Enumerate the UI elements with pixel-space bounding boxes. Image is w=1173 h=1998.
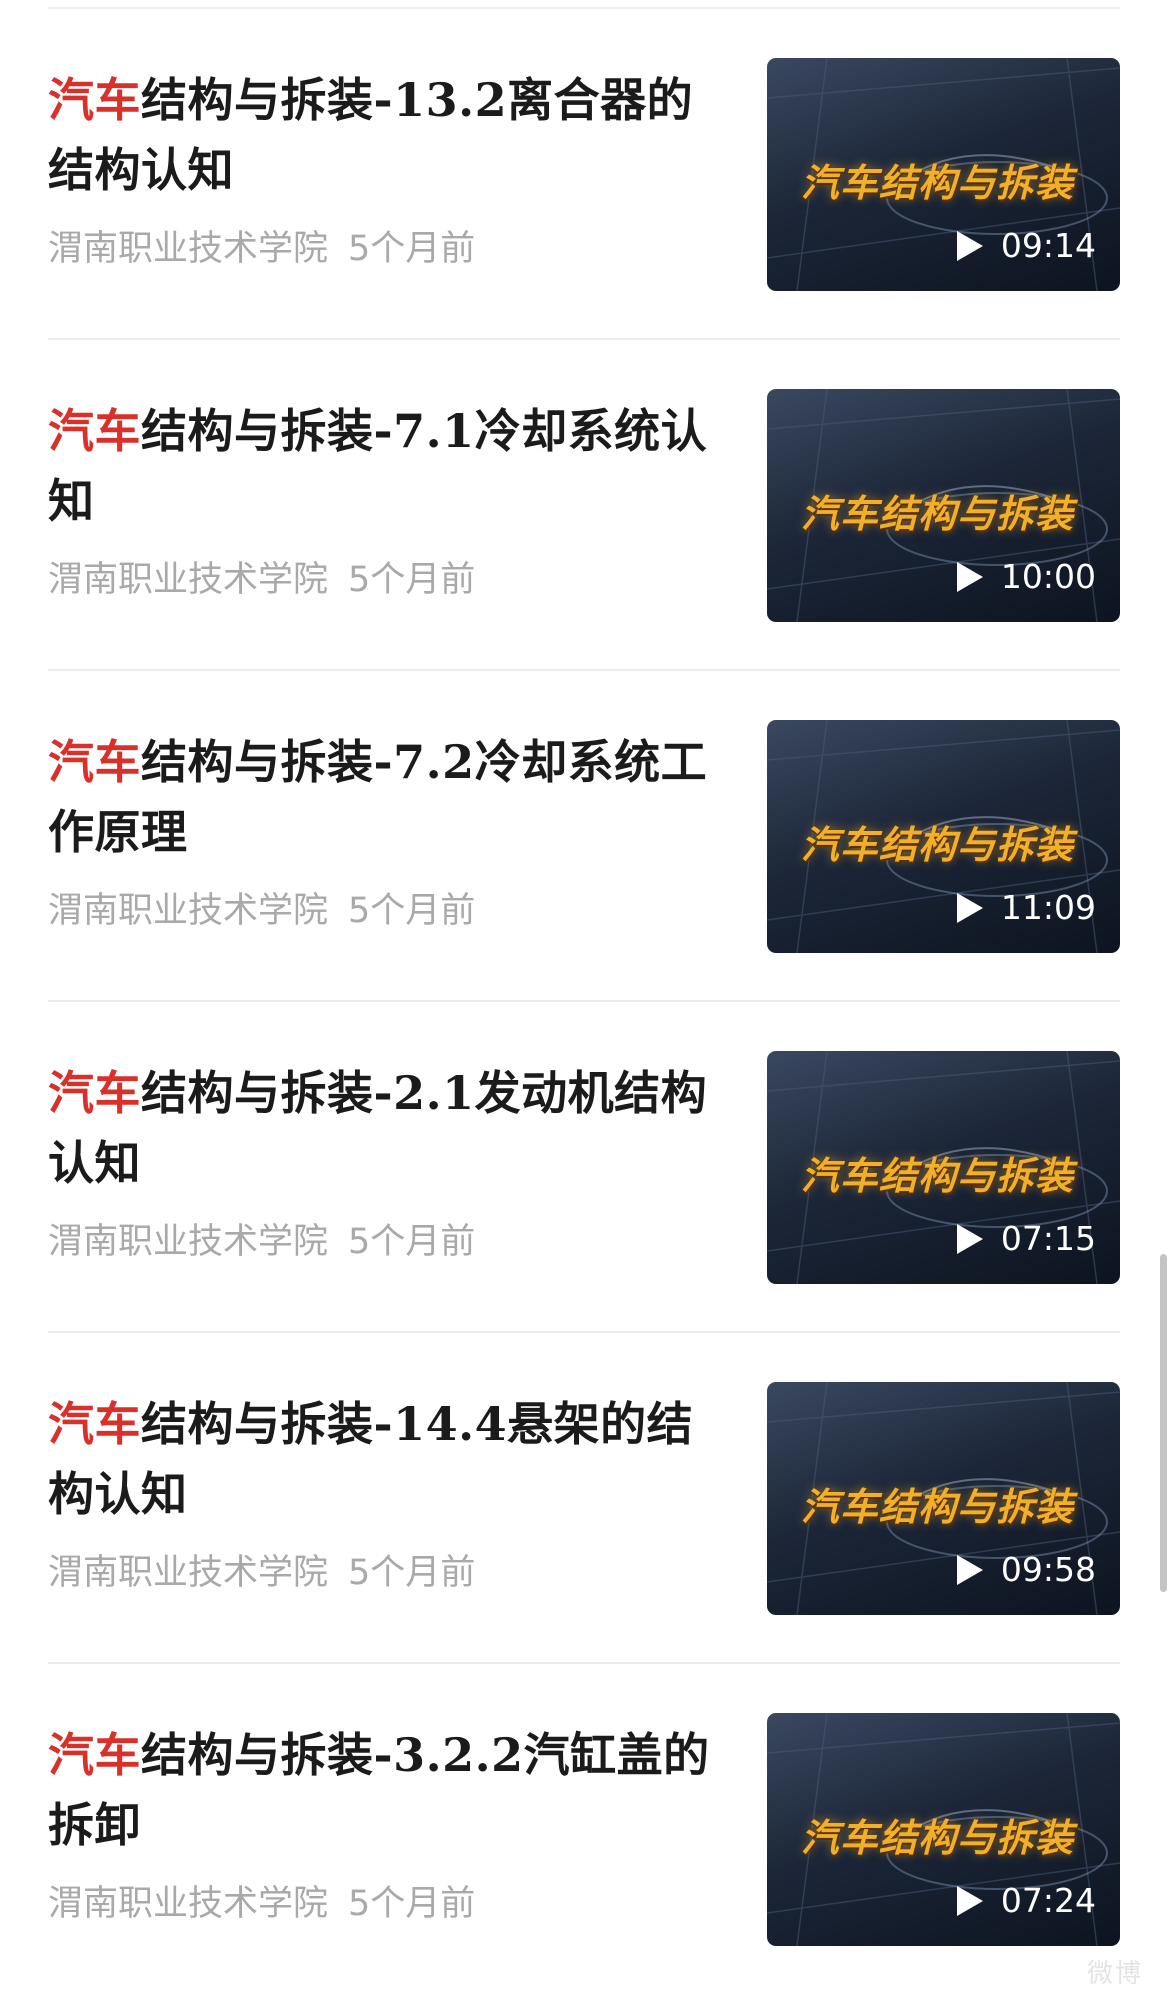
keyword-highlight: 汽车: [48, 1066, 141, 1120]
video-title[interactable]: 汽车结构与拆装-14.4悬架的结构认知: [48, 1389, 728, 1529]
video-meta: 渭南职业技术学院 5个月前: [48, 1220, 475, 1264]
video-duration: 11:09: [956, 888, 1096, 927]
keyword-highlight: 汽车: [48, 735, 141, 789]
video-meta: 渭南职业技术学院 5个月前: [48, 1882, 475, 1926]
video-time: 5个月前: [348, 229, 476, 269]
play-icon: [956, 893, 983, 923]
play-icon: [956, 231, 983, 261]
keyword-highlight: 汽车: [48, 1728, 141, 1782]
duration-text: 09:14: [1000, 226, 1096, 265]
video-duration: 09:14: [956, 226, 1096, 265]
video-title-text: 结构与拆装-14.4悬架的结构认知: [48, 1397, 694, 1521]
video-thumbnail[interactable]: 汽车结构与拆装 10:00: [767, 389, 1120, 622]
video-title[interactable]: 汽车结构与拆装-13.2离合器的结构认知: [48, 65, 728, 205]
video-title[interactable]: 汽车结构与拆装-2.1发动机结构认知: [48, 1058, 728, 1198]
video-thumbnail[interactable]: 汽车结构与拆装 07:24: [767, 1713, 1120, 1946]
scrollbar[interactable]: [1160, 1254, 1167, 1592]
play-icon: [956, 1224, 983, 1254]
video-thumbnail[interactable]: 汽车结构与拆装 07:15: [767, 1051, 1120, 1284]
video-title-text: 结构与拆装-3.2.2汽缸盖的拆卸: [48, 1728, 710, 1852]
play-icon: [956, 1886, 983, 1916]
video-meta: 渭南职业技术学院 5个月前: [48, 558, 475, 602]
video-title-text: 结构与拆装-7.2冷却系统工作原理: [48, 735, 708, 859]
video-time: 5个月前: [348, 560, 476, 600]
keyword-highlight: 汽车: [48, 404, 141, 458]
play-icon: [956, 562, 983, 592]
video-meta: 渭南职业技术学院 5个月前: [48, 889, 475, 933]
video-source: 渭南职业技术学院: [48, 1553, 329, 1593]
keyword-highlight: 汽车: [48, 1397, 141, 1451]
video-result-item[interactable]: 汽车结构与拆装-7.2冷却系统工作原理 渭南职业技术学院 5个月前 汽车结构与拆装…: [0, 671, 1173, 1002]
video-result-item[interactable]: 汽车结构与拆装-2.1发动机结构认知 渭南职业技术学院 5个月前 汽车结构与拆装 …: [0, 1002, 1173, 1333]
video-time: 5个月前: [348, 1222, 476, 1262]
video-result-list: 汽车结构与拆装-13.2离合器的结构认知 渭南职业技术学院 5个月前 汽车结构与拆…: [0, 9, 1173, 1995]
video-title[interactable]: 汽车结构与拆装-7.2冷却系统工作原理: [48, 727, 728, 867]
video-meta: 渭南职业技术学院 5个月前: [48, 227, 475, 271]
video-duration: 09:58: [956, 1550, 1096, 1589]
video-time: 5个月前: [348, 1884, 476, 1924]
video-meta: 渭南职业技术学院 5个月前: [48, 1551, 475, 1595]
video-title-text: 结构与拆装-7.1冷却系统认知: [48, 404, 708, 528]
thumbnail-logo-text: 汽车结构与拆装: [801, 823, 1075, 867]
video-thumbnail[interactable]: 汽车结构与拆装 11:09: [767, 720, 1120, 953]
thumbnail-logo-text: 汽车结构与拆装: [801, 1154, 1075, 1198]
thumbnail-logo-text: 汽车结构与拆装: [801, 1816, 1075, 1860]
video-time: 5个月前: [348, 891, 476, 931]
video-title[interactable]: 汽车结构与拆装-7.1冷却系统认知: [48, 396, 728, 536]
keyword-highlight: 汽车: [48, 73, 141, 127]
duration-text: 07:15: [1000, 1219, 1096, 1258]
video-thumbnail[interactable]: 汽车结构与拆装 09:58: [767, 1382, 1120, 1615]
video-result-item[interactable]: 汽车结构与拆装-7.1冷却系统认知 渭南职业技术学院 5个月前 汽车结构与拆装 1…: [0, 340, 1173, 671]
play-icon: [956, 1555, 983, 1585]
video-source: 渭南职业技术学院: [48, 891, 329, 931]
video-source: 渭南职业技术学院: [48, 1884, 329, 1924]
video-duration: 10:00: [956, 557, 1096, 596]
video-time: 5个月前: [348, 1553, 476, 1593]
thumbnail-logo-text: 汽车结构与拆装: [801, 161, 1075, 205]
duration-text: 07:24: [1000, 1881, 1096, 1920]
video-duration: 07:24: [956, 1881, 1096, 1920]
thumbnail-logo-text: 汽车结构与拆装: [801, 1485, 1075, 1529]
video-duration: 07:15: [956, 1219, 1096, 1258]
video-source: 渭南职业技术学院: [48, 1222, 329, 1262]
video-source: 渭南职业技术学院: [48, 229, 329, 269]
video-title-text: 结构与拆装-13.2离合器的结构认知: [48, 73, 694, 197]
duration-text: 09:58: [1000, 1550, 1096, 1589]
video-result-item[interactable]: 汽车结构与拆装-3.2.2汽缸盖的拆卸 渭南职业技术学院 5个月前 汽车结构与拆装…: [0, 1664, 1173, 1995]
video-result-item[interactable]: 汽车结构与拆装-14.4悬架的结构认知 渭南职业技术学院 5个月前 汽车结构与拆装…: [0, 1333, 1173, 1664]
video-title[interactable]: 汽车结构与拆装-3.2.2汽缸盖的拆卸: [48, 1720, 728, 1860]
video-thumbnail[interactable]: 汽车结构与拆装 09:14: [767, 58, 1120, 291]
search-results-page: 汽车结构与拆装-13.2离合器的结构认知 渭南职业技术学院 5个月前 汽车结构与拆…: [0, 0, 1173, 1998]
watermark: 微博: [1086, 1959, 1143, 1989]
thumbnail-logo-text: 汽车结构与拆装: [801, 492, 1075, 536]
duration-text: 11:09: [1000, 888, 1096, 927]
video-result-item[interactable]: 汽车结构与拆装-13.2离合器的结构认知 渭南职业技术学院 5个月前 汽车结构与拆…: [0, 9, 1173, 340]
duration-text: 10:00: [1000, 557, 1096, 596]
video-source: 渭南职业技术学院: [48, 560, 329, 600]
video-title-text: 结构与拆装-2.1发动机结构认知: [48, 1066, 708, 1190]
